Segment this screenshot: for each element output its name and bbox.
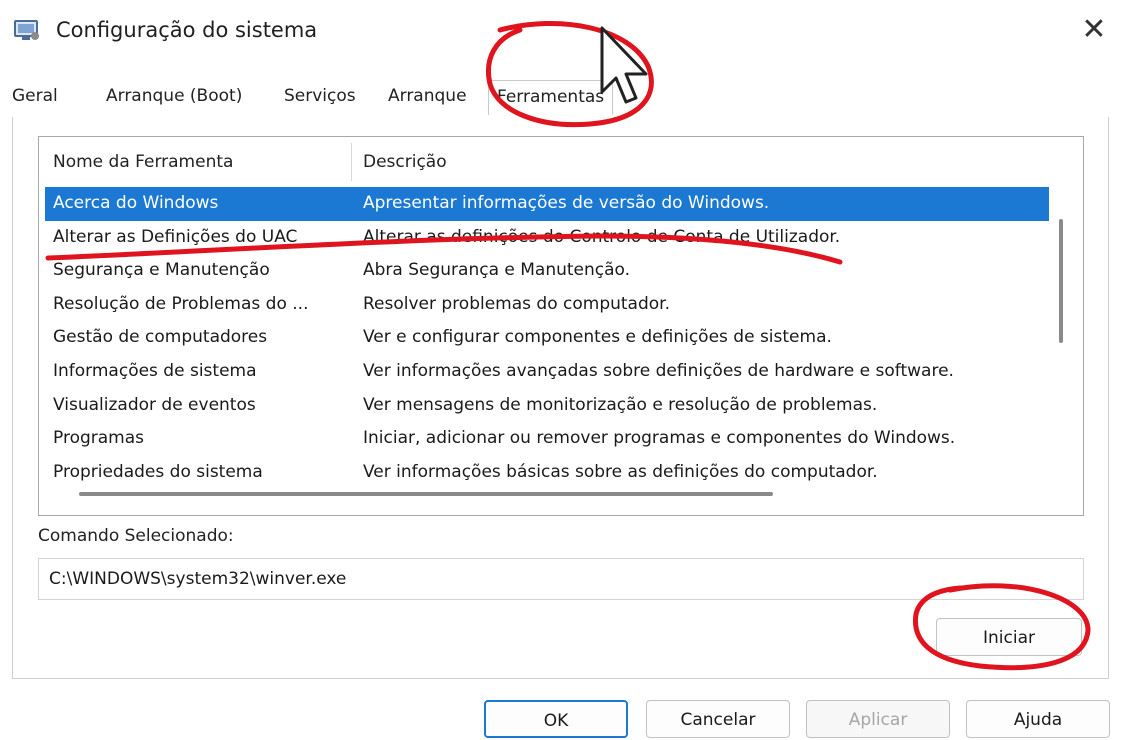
column-separator[interactable] bbox=[351, 143, 352, 181]
window-title: Configuração do sistema bbox=[56, 18, 318, 42]
table-row[interactable]: Informações de sistema Ver informações a… bbox=[45, 355, 1049, 389]
table-row[interactable]: Programas Iniciar, adicionar ou remover … bbox=[45, 422, 1049, 456]
tab-geral[interactable]: Geral bbox=[12, 86, 58, 106]
tool-name: Resolução de Problemas do ... bbox=[53, 293, 309, 314]
selected-command-label: Comando Selecionado: bbox=[38, 526, 234, 546]
vertical-scroll-thumb[interactable] bbox=[1059, 219, 1063, 343]
tool-name: Programas bbox=[53, 428, 145, 449]
tool-name: Acerca do Windows bbox=[53, 193, 219, 213]
cancel-button[interactable]: Cancelar bbox=[646, 700, 790, 738]
tool-description: Resolver problemas do computador. bbox=[363, 293, 670, 314]
table-row[interactable]: Acerca do Windows Apresentar informações… bbox=[45, 187, 1049, 221]
table-row[interactable]: Segurança e Manutenção Abra Segurança e … bbox=[45, 254, 1049, 288]
tool-description: Apresentar informações de versão do Wind… bbox=[363, 193, 770, 213]
tool-name: Informações de sistema bbox=[53, 360, 257, 381]
system-config-icon bbox=[14, 20, 39, 40]
tool-name: Propriedades do sistema bbox=[53, 461, 263, 482]
tool-description: Alterar as definições do Controlo de Con… bbox=[363, 226, 841, 247]
tab-arranque[interactable]: Arranque bbox=[388, 86, 467, 106]
table-row[interactable]: Resolução de Problemas do ... Resolver p… bbox=[45, 288, 1049, 322]
list-rows: Acerca do Windows Apresentar informações… bbox=[45, 187, 1049, 489]
help-button[interactable]: Ajuda bbox=[966, 700, 1110, 738]
table-row[interactable]: Visualizador de eventos Ver mensagens de… bbox=[45, 389, 1049, 423]
tool-description: Ver mensagens de monitorização e resoluç… bbox=[363, 394, 878, 415]
tool-description: Ver e configurar componentes e definiçõe… bbox=[363, 327, 832, 348]
tools-list[interactable]: Nome da Ferramenta Descrição Acerca do W… bbox=[38, 136, 1084, 516]
mouse-cursor-icon bbox=[600, 26, 648, 104]
tool-name: Gestão de computadores bbox=[53, 327, 268, 348]
vertical-scrollbar[interactable] bbox=[1053, 189, 1069, 489]
table-row[interactable]: Alterar as Definições do UAC Alterar as … bbox=[45, 221, 1049, 255]
tool-description: Iniciar, adicionar ou remover programas … bbox=[363, 428, 956, 449]
tool-description: Abra Segurança e Manutenção. bbox=[363, 260, 631, 281]
tool-name: Alterar as Definições do UAC bbox=[53, 226, 298, 247]
tab-ferramentas[interactable]: Ferramentas bbox=[488, 80, 614, 115]
tab-arranque-boot[interactable]: Arranque (Boot) bbox=[106, 86, 242, 106]
horizontal-scrollbar[interactable] bbox=[43, 487, 1053, 501]
tool-description: Ver informações avançadas sobre definiçõ… bbox=[363, 360, 954, 381]
table-row[interactable]: Propriedades do sistema Ver informações … bbox=[45, 456, 1049, 490]
tool-name: Segurança e Manutenção bbox=[53, 260, 270, 281]
selected-command-field[interactable]: C:\WINDOWS\system32\winver.exe bbox=[38, 558, 1084, 600]
list-header: Nome da Ferramenta Descrição bbox=[39, 137, 1083, 185]
tool-name: Visualizador de eventos bbox=[53, 394, 256, 415]
tool-description: Ver informações básicas sobre as definiç… bbox=[363, 461, 878, 482]
title-bar: Configuração do sistema ✕ bbox=[0, 0, 1122, 66]
horizontal-scroll-thumb[interactable] bbox=[79, 492, 773, 496]
table-row[interactable]: Gestão de computadores Ver e configurar … bbox=[45, 321, 1049, 355]
column-header-description[interactable]: Descrição bbox=[363, 152, 447, 172]
launch-button[interactable]: Iniciar bbox=[936, 618, 1082, 656]
ok-button[interactable]: OK bbox=[484, 700, 628, 738]
close-icon[interactable]: ✕ bbox=[1072, 10, 1116, 50]
column-header-name[interactable]: Nome da Ferramenta bbox=[53, 152, 233, 172]
tab-servicos[interactable]: Serviços bbox=[284, 86, 356, 106]
tab-strip: Geral Arranque (Boot) Serviços Arranque … bbox=[10, 78, 1110, 118]
apply-button[interactable]: Aplicar bbox=[806, 700, 950, 738]
